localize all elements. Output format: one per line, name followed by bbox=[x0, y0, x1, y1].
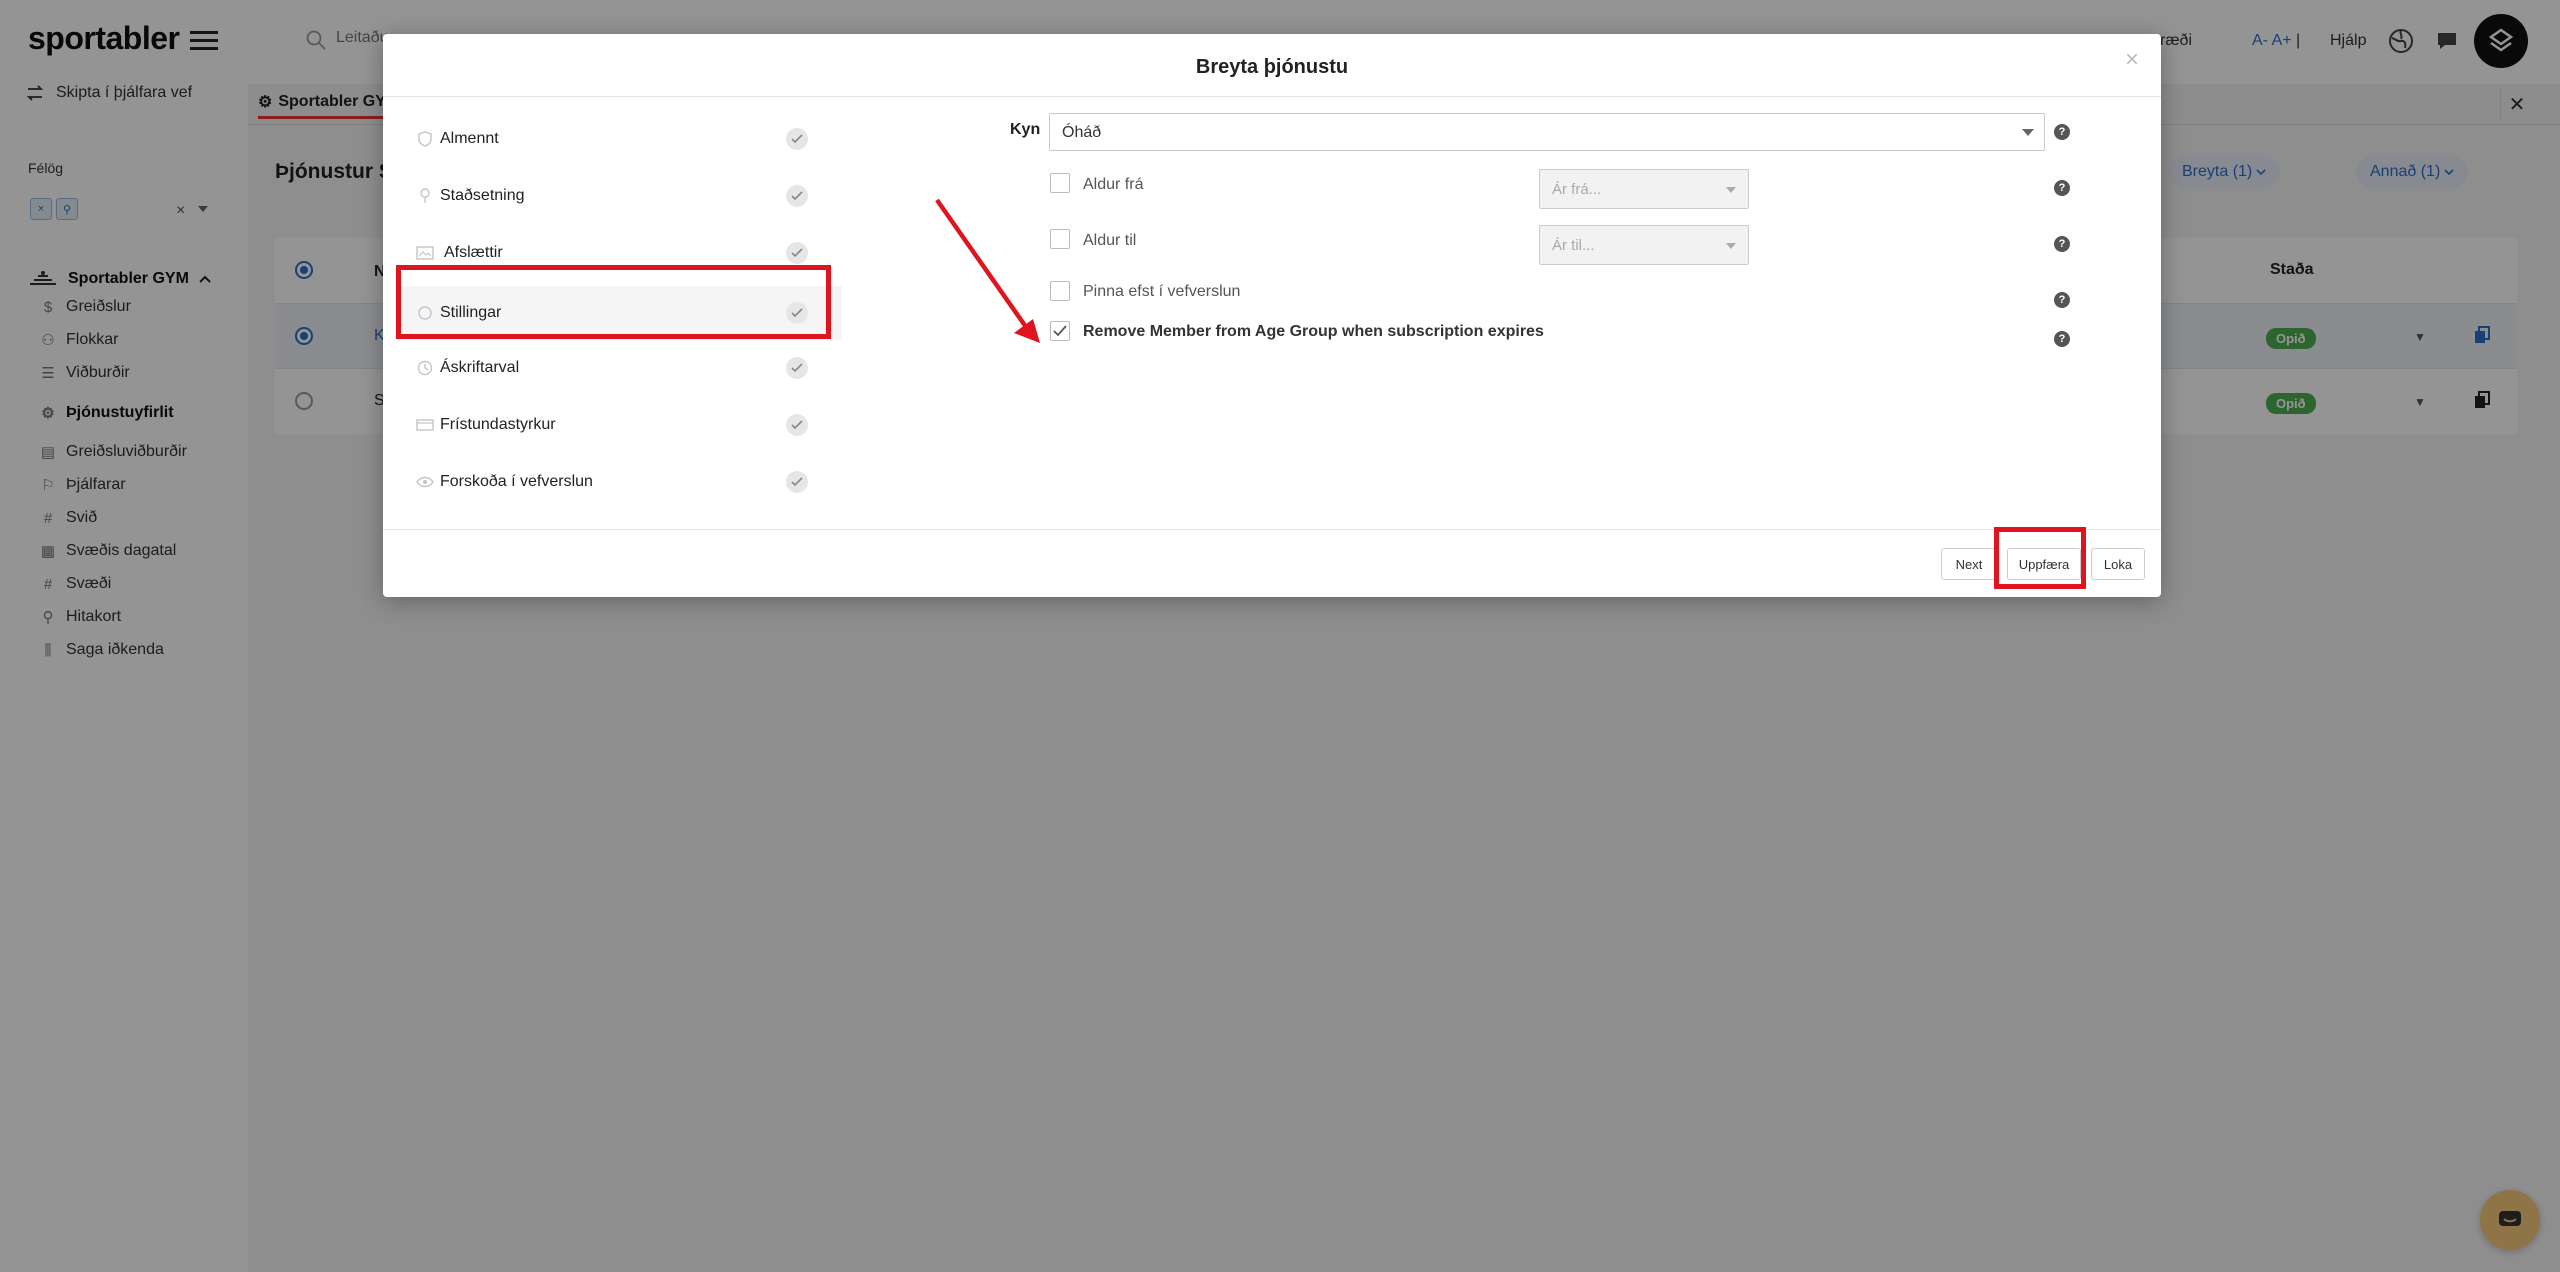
aldur-til-checkbox[interactable] bbox=[1050, 229, 1070, 249]
step-label: Afslættir bbox=[444, 244, 503, 261]
shield-icon bbox=[416, 130, 434, 148]
clock-icon bbox=[416, 359, 434, 377]
close-button[interactable]: Loka bbox=[2091, 548, 2145, 580]
step-label: Staðsetning bbox=[440, 187, 525, 204]
card-icon bbox=[416, 416, 434, 434]
check-icon bbox=[786, 414, 808, 436]
aldur-til-label: Aldur til bbox=[1083, 232, 1137, 249]
highlight-box-update bbox=[1994, 527, 2086, 589]
eye-icon bbox=[416, 473, 434, 491]
kyn-select[interactable]: Óháð bbox=[1049, 113, 2045, 151]
annotation-arrow bbox=[930, 195, 1050, 345]
check-icon bbox=[786, 471, 808, 493]
step-askriftarval[interactable]: Áskriftarval bbox=[416, 341, 876, 395]
step-label: Forskoða í vefverslun bbox=[440, 473, 593, 490]
step-almennt[interactable]: Almennt bbox=[416, 112, 876, 166]
help-icon[interactable]: ? bbox=[2054, 124, 2070, 140]
highlight-box-stillingar bbox=[396, 265, 831, 339]
check-icon bbox=[786, 242, 808, 264]
step-stadsetning[interactable]: Staðsetning bbox=[416, 169, 876, 223]
check-icon bbox=[786, 128, 808, 150]
divider bbox=[383, 529, 2161, 530]
remove-member-label: Remove Member from Age Group when subscr… bbox=[1083, 323, 1544, 340]
image-icon bbox=[416, 244, 434, 262]
check-icon bbox=[786, 185, 808, 207]
pinna-label: Pinna efst í vefverslun bbox=[1083, 283, 1241, 300]
kyn-label: Kyn bbox=[1010, 121, 1041, 138]
step-forskoda[interactable]: Forskoða í vefverslun bbox=[416, 455, 876, 509]
caret-down-icon bbox=[1726, 187, 1736, 193]
aldur-fra-checkbox[interactable] bbox=[1050, 173, 1070, 193]
help-icon[interactable]: ? bbox=[2054, 331, 2070, 347]
aldur-fra-label: Aldur frá bbox=[1083, 176, 1144, 193]
pin-icon bbox=[416, 187, 434, 205]
divider bbox=[383, 96, 2161, 97]
aldur-til-placeholder: Ár til... bbox=[1552, 237, 1595, 254]
check-icon bbox=[786, 357, 808, 379]
remove-member-checkbox[interactable] bbox=[1050, 321, 1070, 341]
kyn-value: Óháð bbox=[1062, 124, 1102, 141]
aldur-fra-placeholder: Ár frá... bbox=[1552, 181, 1602, 198]
help-icon[interactable]: ? bbox=[2054, 236, 2070, 252]
step-label: Almennt bbox=[440, 130, 499, 147]
help-icon[interactable]: ? bbox=[2054, 180, 2070, 196]
caret-down-icon bbox=[2022, 129, 2034, 136]
step-fristundastyrkur[interactable]: Frístundastyrkur bbox=[416, 398, 876, 452]
step-label: Frístundastyrkur bbox=[440, 416, 556, 433]
modal-close-icon[interactable]: × bbox=[2125, 46, 2139, 74]
aldur-til-select[interactable]: Ár til... bbox=[1539, 225, 1749, 265]
caret-down-icon bbox=[1726, 243, 1736, 249]
aldur-fra-select[interactable]: Ár frá... bbox=[1539, 169, 1749, 209]
next-button[interactable]: Next bbox=[1941, 548, 1997, 580]
help-icon[interactable]: ? bbox=[2054, 292, 2070, 308]
pinna-checkbox[interactable] bbox=[1050, 281, 1070, 301]
modal-title: Breyta þjónustu bbox=[1195, 56, 1349, 78]
step-label: Áskriftarval bbox=[440, 359, 520, 376]
